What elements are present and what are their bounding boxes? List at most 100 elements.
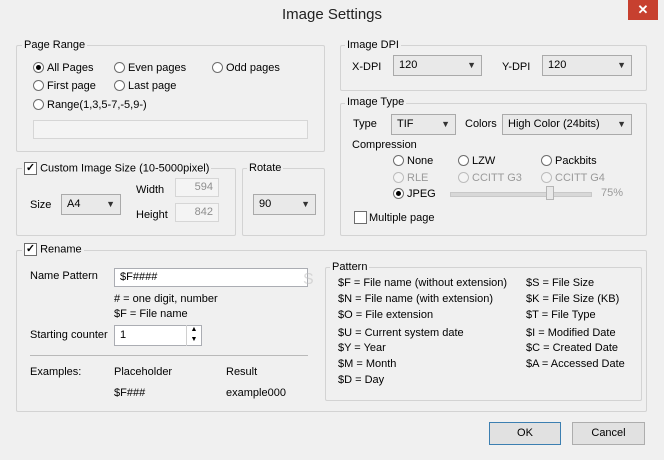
placeholder-example: $F###	[114, 387, 146, 399]
chevron-down-icon: ▼	[106, 199, 115, 209]
close-icon[interactable]: ✕	[628, 0, 658, 20]
cancel-button[interactable]: Cancel	[572, 422, 645, 445]
label-ccitt-g4: CCITT G4	[555, 172, 605, 184]
chevron-down-icon: ▼	[467, 60, 476, 70]
y-dpi-select[interactable]: 120 ▼	[542, 55, 632, 76]
rotate-value: 90	[259, 198, 272, 210]
page-range-label: Page Range	[22, 39, 88, 52]
radio-packbits[interactable]	[541, 155, 552, 166]
size-value: A4	[67, 198, 81, 210]
placeholder-header: Placeholder	[114, 366, 173, 378]
rename-checkbox[interactable]: ✓	[24, 243, 37, 256]
colors-select[interactable]: High Color (24bits) ▼	[502, 114, 632, 135]
colors-label: Colors	[465, 118, 497, 130]
radio-none[interactable]	[393, 155, 404, 166]
custom-size-label[interactable]: Custom Image Size (10-5000pixel)	[40, 162, 209, 174]
type-value: TIF	[397, 118, 414, 130]
label-all-pages[interactable]: All Pages	[47, 61, 93, 75]
radio-jpeg[interactable]	[393, 188, 404, 199]
counter-spinner[interactable]: ▲ ▼	[186, 325, 201, 346]
y-dpi-label: Y-DPI	[502, 61, 531, 73]
spin-up-icon[interactable]: ▲	[187, 325, 201, 335]
range-input[interactable]	[33, 120, 308, 139]
pattern-left-5: $M = Month	[338, 358, 397, 370]
pattern-right-0: $S = File Size	[526, 277, 595, 289]
result-header: Result	[226, 366, 258, 378]
name-pattern-input[interactable]: $F####	[114, 268, 308, 287]
starting-counter-value: 1	[120, 329, 127, 341]
name-pattern-label: Name Pattern	[30, 270, 98, 282]
radio-all-pages[interactable]	[33, 62, 44, 73]
rename-label[interactable]: Rename	[40, 243, 82, 255]
size-label: Size	[30, 199, 52, 211]
label-ccitt-g3: CCITT G3	[472, 172, 522, 184]
width-input[interactable]: 594	[175, 178, 219, 197]
pattern-left-4: $Y = Year	[338, 342, 386, 354]
label-even-pages[interactable]: Even pages	[128, 61, 186, 75]
starting-counter-label: Starting counter	[30, 329, 108, 341]
label-odd-pages[interactable]: Odd pages	[226, 61, 280, 75]
radio-ccitt-g3	[458, 172, 469, 183]
multiple-page-label[interactable]: Multiple page	[369, 211, 434, 225]
rotate-select[interactable]: 90 ▼	[253, 194, 316, 215]
radio-first-page[interactable]	[33, 80, 44, 91]
chevron-down-icon: ▼	[617, 119, 626, 129]
pattern-hint-digit: # = one digit, number	[114, 293, 218, 305]
chevron-down-icon: ▼	[617, 60, 626, 70]
radio-last-page[interactable]	[114, 80, 125, 91]
starting-counter-input[interactable]: 1 ▲ ▼	[114, 325, 202, 346]
jpeg-quality-thumb[interactable]	[546, 186, 554, 200]
ok-button[interactable]: OK	[489, 422, 561, 445]
label-jpeg[interactable]: JPEG	[407, 187, 436, 201]
custom-size-header: ✓ Custom Image Size (10-5000pixel)	[22, 162, 212, 176]
pattern-label: Pattern	[330, 261, 370, 274]
pattern-left-6: $D = Day	[338, 374, 385, 386]
chevron-down-icon: ▼	[301, 199, 310, 209]
custom-size-checkbox[interactable]: ✓	[24, 162, 37, 175]
label-range[interactable]: Range(1,3,5-7,-5,9-)	[47, 98, 147, 112]
image-type-label: Image Type	[345, 96, 407, 109]
chevron-down-icon: ▼	[441, 119, 450, 129]
colors-value: High Color (24bits)	[508, 118, 600, 130]
result-example: example000	[226, 387, 286, 399]
label-last-page[interactable]: Last page	[128, 79, 176, 93]
multiple-page-checkbox[interactable]	[354, 211, 367, 224]
image-dpi-label: Image DPI	[345, 39, 401, 52]
jpeg-quality-value: 75%	[601, 187, 624, 199]
compression-label: Compression	[352, 139, 417, 151]
pattern-left-3: $U = Current system date	[338, 327, 464, 339]
rename-header: ✓ Rename	[22, 243, 84, 257]
pattern-left-0: $F = File name (without extension)	[338, 277, 508, 289]
label-none[interactable]: None	[407, 154, 433, 168]
jpeg-quality-track[interactable]	[450, 192, 592, 197]
label-rle: RLE	[407, 172, 429, 184]
radio-rle	[393, 172, 404, 183]
x-dpi-select[interactable]: 120 ▼	[393, 55, 482, 76]
radio-even-pages[interactable]	[114, 62, 125, 73]
label-first-page[interactable]: First page	[47, 79, 96, 93]
label-lzw[interactable]: LZW	[472, 154, 495, 168]
y-dpi-value: 120	[548, 59, 567, 71]
pattern-hint-filename: $F = File name	[114, 308, 188, 320]
spin-down-icon[interactable]: ▼	[187, 335, 201, 345]
pattern-right-3: $I = Modified Date	[526, 327, 616, 339]
x-dpi-value: 120	[399, 59, 418, 71]
pattern-right-5: $A = Accessed Date	[526, 358, 625, 370]
radio-lzw[interactable]	[458, 155, 469, 166]
label-packbits[interactable]: Packbits	[555, 154, 597, 168]
rotate-label: Rotate	[247, 162, 284, 175]
title-bar: Image Settings ✕	[0, 0, 664, 30]
type-label: Type	[353, 118, 377, 130]
examples-label: Examples:	[30, 366, 82, 378]
softpedia-watermark: S	[303, 271, 314, 288]
radio-ccitt-g4	[541, 172, 552, 183]
radio-odd-pages[interactable]	[212, 62, 223, 73]
type-select[interactable]: TIF ▼	[391, 114, 456, 135]
size-select[interactable]: A4 ▼	[61, 194, 121, 215]
window-title: Image Settings	[281, 6, 383, 23]
pattern-right-1: $K = File Size (KB)	[526, 293, 620, 305]
height-input[interactable]: 842	[175, 203, 219, 222]
pattern-right-2: $T = File Type	[526, 309, 596, 321]
radio-range[interactable]	[33, 99, 44, 110]
pattern-left-1: $N = File name (with extension)	[338, 293, 493, 305]
